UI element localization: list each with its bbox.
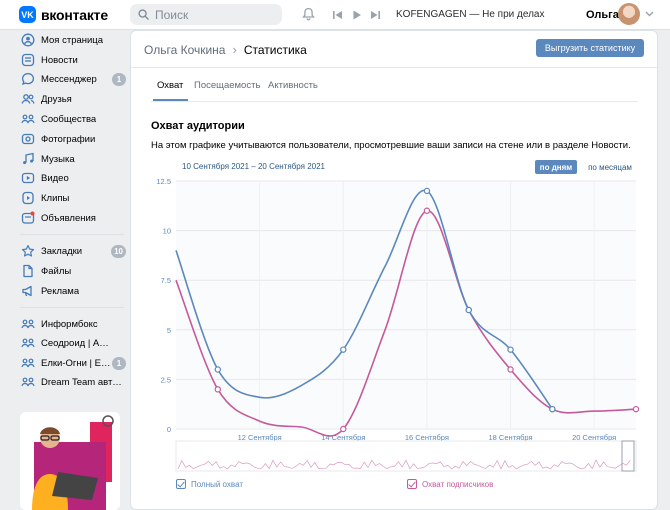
groups-icon bbox=[21, 377, 35, 387]
y-tick-label: 12.5 bbox=[156, 177, 171, 186]
sidebar-item-ads[interactable]: Объявления bbox=[16, 208, 126, 228]
sidebar-item-communities[interactable]: Сообщества bbox=[16, 109, 126, 129]
data-point-subscriber-reach bbox=[214, 386, 222, 393]
sidebar-item-label: Закладки bbox=[41, 245, 83, 257]
play-icon[interactable] bbox=[352, 10, 362, 20]
vk-logo-text: вконтакте bbox=[41, 6, 108, 23]
friends-icon bbox=[21, 94, 35, 104]
sidebar-item-label: Новости bbox=[41, 54, 78, 66]
sidebar-item-label: Музыка bbox=[41, 153, 75, 165]
music-icon bbox=[23, 152, 34, 165]
sidebar-item-label: Объявления bbox=[41, 212, 96, 224]
star-icon bbox=[21, 245, 35, 257]
data-point-subscriber-reach bbox=[423, 207, 431, 214]
data-point-full-reach bbox=[340, 346, 347, 353]
sidebar-item-label: Сеодроид | Авто... bbox=[41, 337, 111, 349]
groups-icon bbox=[21, 358, 35, 368]
sidebar-item-files[interactable]: Файлы bbox=[16, 261, 126, 281]
sidebar-item-messenger[interactable]: Мессенджер 1 bbox=[16, 69, 126, 89]
sidebar-item-label: Друзья bbox=[41, 93, 72, 105]
clips-icon bbox=[22, 191, 34, 205]
sidebar-item-community-4[interactable]: Dream Team автор... bbox=[16, 372, 126, 392]
avatar[interactable] bbox=[618, 3, 640, 25]
sidebar-divider bbox=[20, 234, 124, 235]
search-box[interactable] bbox=[130, 4, 282, 25]
search-icon bbox=[138, 9, 149, 20]
data-point-full-reach bbox=[549, 405, 556, 413]
y-tick-label: 10 bbox=[163, 227, 171, 236]
unread-badge: 1 bbox=[112, 73, 126, 86]
data-point-full-reach bbox=[423, 187, 431, 195]
count-badge: 10 bbox=[111, 245, 126, 258]
video-icon bbox=[21, 172, 35, 184]
photo-icon bbox=[21, 133, 35, 145]
checkbox-checked[interactable] bbox=[176, 479, 186, 489]
sidebar-item-my-page[interactable]: Моя страница bbox=[16, 30, 126, 50]
sidebar-item-label: Информбокс bbox=[41, 318, 98, 330]
navigator-strip bbox=[175, 440, 637, 472]
sidebar-item-label: Видео bbox=[41, 172, 69, 184]
y-tick-label: 0 bbox=[167, 425, 171, 434]
now-playing[interactable]: KOFENGAGEN — Не при делах bbox=[396, 9, 545, 20]
y-tick-label: 5 bbox=[167, 326, 171, 335]
statistics-panel: Ольга Кочкина › Статистика Выгрузить ста… bbox=[130, 30, 659, 510]
legend-label: Полный охват bbox=[191, 479, 244, 489]
unread-badge: 1 bbox=[112, 357, 126, 370]
sidebar-item-label: Файлы bbox=[41, 265, 72, 277]
sidebar-item-bookmarks[interactable]: Закладки 10 bbox=[16, 241, 126, 261]
groups-icon bbox=[21, 114, 35, 124]
data-point-full-reach bbox=[465, 306, 472, 314]
chat-icon bbox=[21, 72, 35, 86]
next-track-icon[interactable] bbox=[370, 10, 380, 20]
news-icon bbox=[21, 53, 35, 67]
vk-logo[interactable]: VK вконтакте bbox=[19, 6, 108, 23]
vk-logo-mark: VK bbox=[19, 6, 36, 23]
y-tick-label: 2.5 bbox=[161, 375, 171, 384]
sidebar-item-label: Моя страница bbox=[41, 34, 104, 46]
sidebar-item-music[interactable]: Музыка bbox=[16, 149, 126, 169]
sidebar-item-news[interactable]: Новости bbox=[16, 50, 126, 70]
files-icon bbox=[23, 264, 33, 278]
sidebar-item-advertising[interactable]: Реклама bbox=[16, 281, 126, 301]
sidebar-item-community-3[interactable]: Елки-Огни | Ел... 1 bbox=[16, 353, 126, 373]
top-header: VK вконтакте KOFENGAGEN — Не при делах О… bbox=[0, 0, 670, 30]
sidebar-item-label: Dream Team автор... bbox=[41, 376, 126, 388]
prev-track-icon[interactable] bbox=[333, 10, 343, 20]
user-name[interactable]: Ольга bbox=[586, 9, 619, 21]
data-point-subscriber-reach bbox=[632, 405, 640, 413]
sidebar-item-label: Мессенджер bbox=[41, 73, 97, 85]
sidebar-item-label: Елки-Огни | Ел... bbox=[41, 357, 111, 369]
sidebar-item-community-1[interactable]: Информбокс bbox=[16, 314, 126, 334]
data-point-subscriber-reach bbox=[507, 366, 514, 373]
groups-icon bbox=[21, 338, 35, 348]
data-point-subscriber-reach bbox=[340, 425, 347, 433]
promo-banner[interactable] bbox=[20, 412, 120, 510]
data-point-full-reach bbox=[507, 346, 514, 353]
data-point-full-reach bbox=[214, 366, 222, 373]
checkbox-checked[interactable] bbox=[407, 479, 417, 489]
sidebar-item-photos[interactable]: Фотографии bbox=[16, 129, 126, 149]
user-icon bbox=[21, 33, 35, 47]
legend-subscriber-reach[interactable]: Охват подписчиков bbox=[407, 479, 493, 489]
reach-chart: 02.557.51012.512 Сентября 14 Сентября 16 С… bbox=[156, 177, 640, 472]
promo-illustration bbox=[20, 412, 120, 510]
sidebar-item-clips[interactable]: Клипы bbox=[16, 188, 126, 208]
sidebar-divider bbox=[20, 307, 124, 308]
chevron-down-icon[interactable] bbox=[645, 11, 654, 17]
groups-icon bbox=[21, 319, 35, 329]
sidebar-item-friends[interactable]: Друзья bbox=[16, 89, 126, 109]
sidebar-item-video[interactable]: Видео bbox=[16, 168, 126, 188]
sidebar-item-label: Реклама bbox=[41, 285, 80, 297]
sidebar-item-community-2[interactable]: Сеодроид | Авто... bbox=[16, 333, 126, 353]
sidebar-item-label: Клипы bbox=[41, 192, 70, 204]
megaphone-icon bbox=[22, 285, 32, 297]
bell-icon[interactable] bbox=[302, 7, 315, 21]
search-input[interactable] bbox=[155, 7, 275, 22]
ads-icon bbox=[21, 211, 35, 224]
y-tick-label: 7.5 bbox=[161, 276, 171, 285]
legend-label: Охват подписчиков bbox=[422, 479, 494, 489]
legend-full-reach[interactable]: Полный охват bbox=[176, 479, 243, 489]
sidebar-item-label: Сообщества bbox=[41, 113, 97, 125]
sidebar-item-label: Фотографии bbox=[41, 133, 96, 145]
